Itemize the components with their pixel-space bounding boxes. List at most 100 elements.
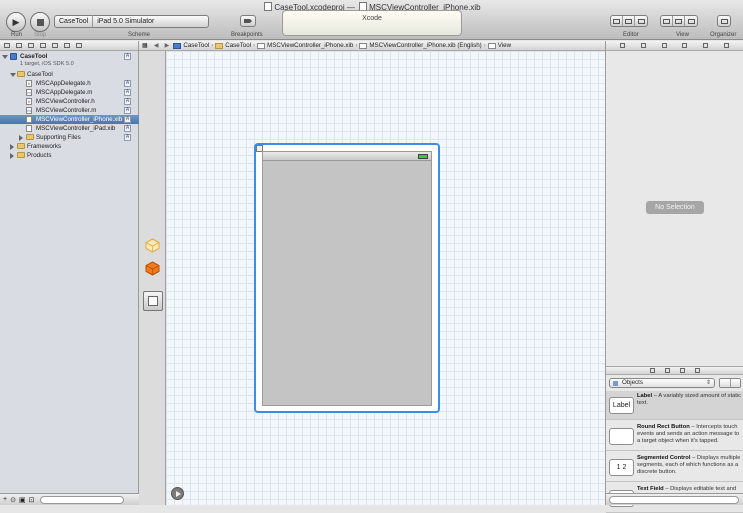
interface-builder-canvas[interactable]	[166, 51, 605, 505]
utilities-toggle-icon[interactable]	[685, 16, 697, 26]
view-icon	[487, 42, 496, 49]
disclosure-open-icon[interactable]	[10, 73, 16, 77]
jump-bar-label: CaseTool	[225, 42, 252, 49]
file-row[interactable]: CaseTool	[0, 70, 139, 79]
back-arrow-icon[interactable]: ◀	[151, 42, 162, 49]
file-row[interactable]: h MSCViewController.h A	[0, 97, 139, 106]
debug-navigator-icon[interactable]	[52, 43, 58, 48]
file-row-label: MSCAppDelegate.h	[36, 80, 91, 87]
editor-segmented-control[interactable]	[610, 15, 648, 27]
size-inspector-icon[interactable]	[703, 43, 709, 48]
unsaved-filter-icon[interactable]: ⊡	[29, 496, 35, 504]
library-item[interactable]: Round Rect Button – Intercepts touch eve…	[606, 422, 743, 451]
organizer-icon[interactable]	[718, 16, 730, 26]
list-view-icon[interactable]	[730, 379, 740, 387]
media-library-icon[interactable]	[695, 368, 700, 373]
file-row[interactable]: Products	[0, 151, 139, 160]
iphone-view-frame[interactable]	[254, 143, 440, 413]
view-object-icon[interactable]	[143, 291, 163, 311]
standard-editor-icon[interactable]	[611, 16, 623, 26]
library-filter-input[interactable]	[609, 495, 739, 504]
search-navigator-icon[interactable]	[28, 43, 34, 48]
navigator-toggle-icon[interactable]	[661, 16, 673, 26]
jump-bar-label: View	[497, 42, 512, 49]
scheme-popup[interactable]: CaseTool iPad 5.0 Simulator	[54, 15, 209, 28]
library-item[interactable]: 1 2 Segmented Control – Displays multiple…	[606, 453, 743, 482]
file-row[interactable]: h MSCAppDelegate.h A	[0, 79, 139, 88]
window-toolbar: CaseTool.xcodeproj — MSCViewController_i…	[0, 0, 743, 40]
file-row[interactable]: m MSCAppDelegate.m A	[0, 88, 139, 97]
navigator-filter-input[interactable]	[40, 495, 125, 504]
file-inspector-icon[interactable]	[619, 43, 625, 48]
header-file-icon: h	[26, 98, 32, 105]
document-outline-toggle-button[interactable]	[171, 487, 184, 500]
scm-status-badge: A	[124, 116, 131, 123]
assistant-editor-icon[interactable]	[623, 16, 635, 26]
debug-toggle-icon[interactable]	[673, 16, 685, 26]
view-segmented-control[interactable]	[660, 15, 698, 27]
project-navigator-icon[interactable]	[4, 43, 10, 48]
attributes-inspector-icon[interactable]	[682, 43, 688, 48]
breakpoint-navigator-icon[interactable]	[64, 43, 70, 48]
scheme-target[interactable]: CaseTool	[55, 18, 92, 25]
source-file-icon: m	[26, 107, 32, 114]
library-view-toggle[interactable]	[719, 378, 741, 388]
scm-filter-icon[interactable]: ▣	[19, 496, 26, 504]
library-item-description: Round Rect Button – Intercepts touch eve…	[637, 424, 742, 445]
add-icon[interactable]: +	[3, 496, 7, 503]
library-item-title: Label	[637, 393, 653, 399]
object-library-icon[interactable]	[680, 368, 685, 373]
symbol-navigator-icon[interactable]	[16, 43, 22, 48]
breakpoints-label: Breakpoints	[231, 32, 263, 38]
jump-bar-item[interactable]: MSCViewController_iPhone.xib (English)	[358, 42, 482, 49]
run-button[interactable]: ▶	[6, 12, 26, 32]
file-row-label: CaseTool	[27, 71, 53, 78]
stop-button[interactable]	[30, 12, 50, 32]
navigator-selector-bar	[0, 41, 138, 51]
scheme-destination[interactable]: iPad 5.0 Simulator	[93, 18, 158, 25]
identity-inspector-icon[interactable]	[661, 43, 667, 48]
related-files-icon[interactable]: ▦	[139, 42, 151, 49]
library-item-title: Round Rect Button	[637, 424, 690, 430]
library-category-popup[interactable]: Objects ⇕	[609, 378, 715, 388]
file-row[interactable]: MSCViewController_iPad.xib A	[0, 124, 139, 133]
disclosure-closed-icon[interactable]	[10, 153, 14, 159]
log-navigator-icon[interactable]	[76, 43, 82, 48]
first-responder-icon[interactable]	[145, 261, 160, 276]
forward-arrow-icon[interactable]: ▶	[162, 42, 173, 49]
library-item-icon: 1 2	[609, 459, 634, 476]
clock-icon[interactable]: ⊙	[10, 496, 16, 504]
organizer-button[interactable]	[717, 15, 731, 27]
battery-icon	[418, 154, 428, 159]
header-file-icon: h	[26, 80, 32, 87]
connections-inspector-icon[interactable]	[724, 43, 730, 48]
quick-help-icon[interactable]	[640, 43, 646, 48]
scm-status-badge: A	[124, 89, 131, 96]
library-item-title: Segmented Control	[637, 455, 691, 461]
jump-bar-item[interactable]: CaseTool	[172, 42, 210, 49]
library-item[interactable]: Label Label – A variably sized amount of …	[606, 391, 743, 420]
disclosure-closed-icon[interactable]	[19, 135, 23, 141]
file-row[interactable]: Supporting Files A	[0, 133, 139, 142]
jump-bar-item[interactable]: CaseTool	[214, 42, 252, 49]
play-icon: ▶	[12, 16, 20, 27]
jump-bar-item[interactable]: View	[487, 42, 512, 49]
file-template-library-icon[interactable]	[650, 368, 655, 373]
root-view[interactable]	[262, 151, 432, 406]
library-item-desc: – A variably sized amount of static text…	[637, 393, 742, 406]
project-row[interactable]: CaseTool 1 target, iOS SDK 5.0 A	[0, 52, 139, 69]
code-snippet-library-icon[interactable]	[665, 368, 670, 373]
file-row[interactable]: m MSCViewController.m A	[0, 106, 139, 115]
file-row[interactable]: MSCViewController_iPhone.xib A	[0, 115, 139, 124]
files-owner-icon[interactable]	[145, 238, 160, 253]
breakpoints-button[interactable]	[240, 15, 256, 27]
file-row[interactable]: Frameworks	[0, 142, 139, 151]
issue-navigator-icon[interactable]	[40, 43, 46, 48]
no-selection-label: No Selection	[646, 201, 704, 214]
disclosure-closed-icon[interactable]	[10, 144, 14, 150]
disclosure-open-icon[interactable]	[2, 55, 8, 59]
version-editor-icon[interactable]	[635, 16, 647, 26]
xcode-project-icon	[173, 42, 182, 49]
icon-view-icon[interactable]	[720, 379, 731, 387]
jump-bar-item[interactable]: MSCViewController_iPhone.xib	[256, 42, 354, 49]
